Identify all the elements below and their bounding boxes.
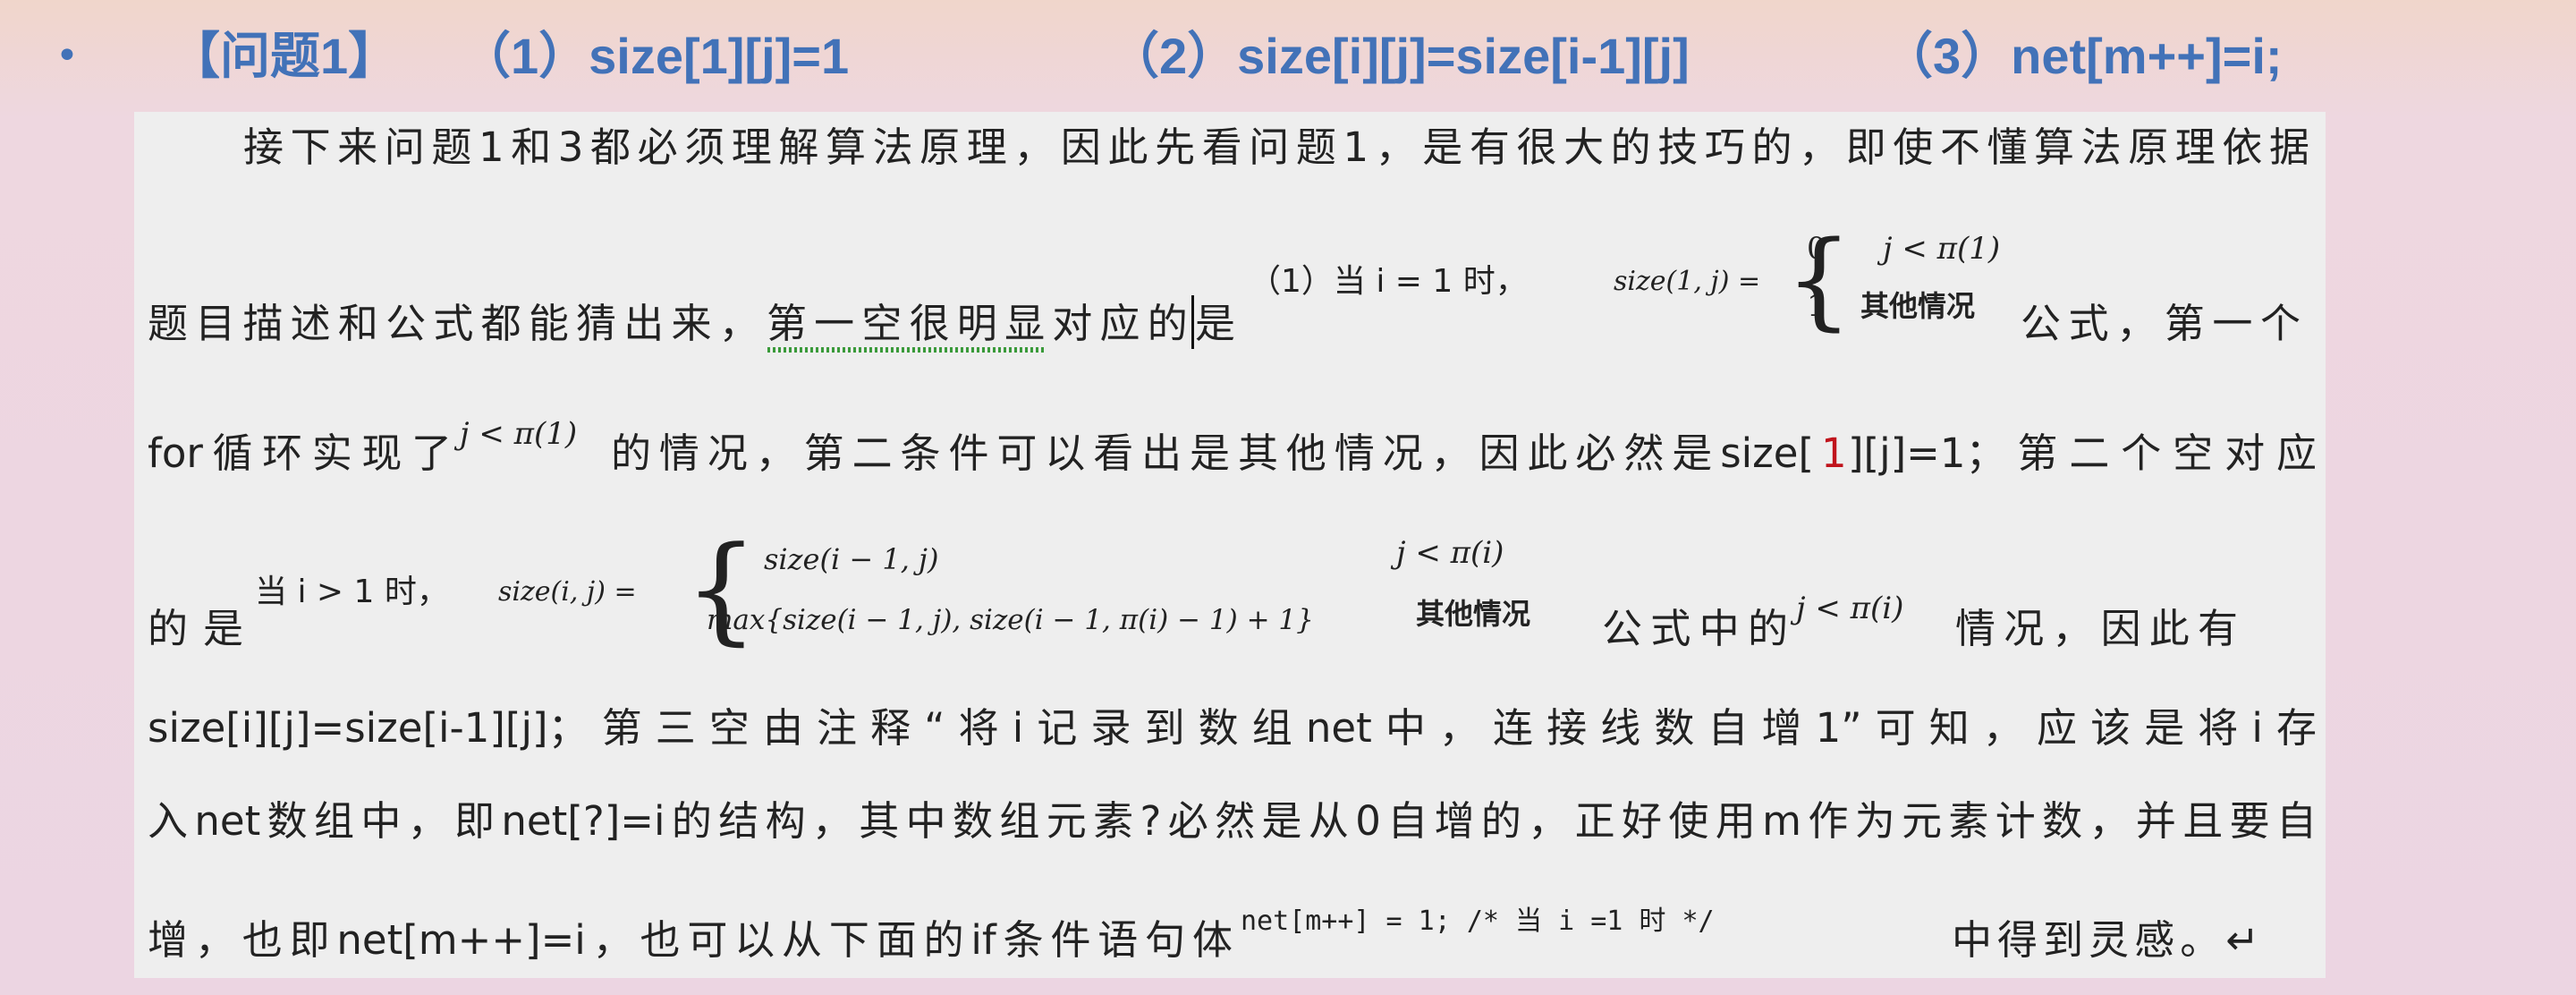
doc-line-3c: ][j]=1；第二个空对应: [1848, 429, 2317, 477]
formula1-lhs: size(1, j) =: [1614, 266, 1761, 297]
doc-line-7b: 中得到灵感。↵: [1952, 916, 2259, 964]
answer-2: （2）size[i][j]=size[i-1][j]: [1109, 28, 1690, 84]
text-cursor: [1191, 295, 1194, 349]
formula2-case1-val: size(i − 1, j): [764, 542, 939, 576]
bullet: •: [55, 33, 79, 79]
doc-line-3b: 的情况，第二条件可以看出是其他情况，因此必然是size[: [611, 429, 1814, 477]
doc-line-6: 入net数组中，即net[?]=i的结构，其中数组元素?必然是从0自增的，正好使…: [148, 797, 2317, 845]
answer-1: （1）size[1][j]=1: [461, 28, 850, 84]
formula2-case1-cond: j < π(i): [1396, 535, 1504, 571]
doc-line-5: size[i][j]=size[i-1][j]；第三空由注释“将i记录到数组ne…: [148, 704, 2317, 752]
formula2-case2-val: max{size(i − 1, j), size(i − 1, π(i) − 1…: [707, 604, 1314, 636]
formula1-case1-cond: j < π(1): [1883, 231, 2001, 267]
doc-line-7a: 增，也即net[m++]=i，也可以从下面的if条件语句体: [148, 916, 1233, 964]
grammar-squiggle: [767, 347, 1046, 353]
heading-title: 【问题1】: [170, 28, 399, 84]
answer-3: （3）net[m++]=i;: [1883, 28, 2283, 84]
highlighted-index: 1: [1821, 429, 1847, 477]
formula1-case1-val: 0: [1807, 231, 1826, 267]
formula2-lead: 当 i > 1 时，: [255, 574, 449, 610]
doc-line-2a: 题目描述和公式都能猜出来，第一空很明显对应的是: [148, 300, 1235, 347]
formula1-lead: （1）当 i = 1 时，: [1249, 263, 1528, 300]
line4-math: j < π(i): [1796, 591, 1904, 626]
doc-line-4c: 情况，因此有: [1955, 605, 2238, 652]
doc-line-1: 接下来问题1和3都必须理解算法原理，因此先看问题1，是有很大的技巧的，即使不懂算…: [243, 123, 2309, 171]
formula2-case2-cond: 其他情况: [1416, 597, 1531, 631]
doc-line-3a: for循环实现了: [148, 429, 452, 477]
doc-line-4a: 的是: [148, 605, 243, 652]
formula1-case2-val: 1: [1807, 288, 1826, 324]
doc-line-4b: 公式中的: [1602, 605, 1788, 652]
formula2-lhs: size(i, j) =: [498, 576, 637, 608]
formula1-case2-cond: 其他情况: [1860, 289, 1976, 323]
doc-line-2b: 公式，第一个: [2021, 300, 2301, 347]
code-snippet: net[m++] = 1; /* 当 i =1 时 */: [1241, 906, 1715, 937]
line3-math: j < π(1): [460, 416, 578, 452]
